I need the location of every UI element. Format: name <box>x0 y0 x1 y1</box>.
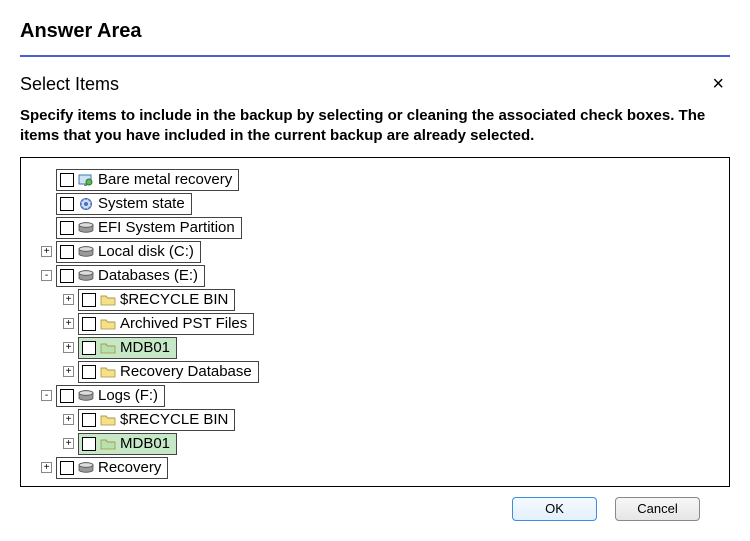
tree-panel: Bare metal recovery System state EFI Syste… <box>20 157 730 487</box>
folder-icon <box>100 413 116 427</box>
tree-item[interactable]: System state <box>56 193 192 215</box>
folder-g-icon <box>100 341 116 355</box>
tree-row: Bare metal recovery <box>41 168 709 192</box>
disk-icon <box>78 245 94 259</box>
checkbox[interactable] <box>82 293 96 307</box>
tree-row: + Local disk (C:) <box>41 240 709 264</box>
tree-item-label: $RECYCLE BIN <box>120 411 228 428</box>
tree-item-label: Archived PST Files <box>120 315 247 332</box>
collapse-icon[interactable]: - <box>41 390 52 401</box>
button-row: OK Cancel <box>20 497 730 521</box>
tree-item[interactable]: MDB01 <box>78 337 177 359</box>
ok-button[interactable]: OK <box>512 497 597 521</box>
tree-item-label: System state <box>98 195 185 212</box>
checkbox[interactable] <box>82 365 96 379</box>
checkbox[interactable] <box>60 461 74 475</box>
folder-icon <box>100 293 116 307</box>
tree-row: + $RECYCLE BIN <box>41 408 709 432</box>
tree-item-label: Recovery Database <box>120 363 252 380</box>
folder-icon <box>100 365 116 379</box>
expand-icon[interactable]: + <box>63 414 74 425</box>
tree-row: - Databases (E:) <box>41 264 709 288</box>
tree-row: + $RECYCLE BIN <box>41 288 709 312</box>
divider <box>20 55 730 57</box>
tree-item[interactable]: EFI System Partition <box>56 217 242 239</box>
tree-row: + Recovery <box>41 456 709 480</box>
expand-icon[interactable]: + <box>63 294 74 305</box>
tree-row: System state <box>41 192 709 216</box>
tree-item[interactable]: MDB01 <box>78 433 177 455</box>
expand-icon[interactable]: + <box>63 318 74 329</box>
checkbox[interactable] <box>60 245 74 259</box>
collapse-icon[interactable]: - <box>41 270 52 281</box>
tree-item-label: Local disk (C:) <box>98 243 194 260</box>
expander-spacer <box>41 198 52 209</box>
folder-g-icon <box>100 437 116 451</box>
tree-row: + MDB01 <box>41 336 709 360</box>
dialog-instructions: Specify items to include in the backup b… <box>20 106 730 147</box>
expand-icon[interactable]: + <box>63 342 74 353</box>
dialog-header: Select Items × <box>20 73 730 96</box>
tree-item[interactable]: Recovery Database <box>78 361 259 383</box>
checkbox[interactable] <box>60 197 74 211</box>
checkbox[interactable] <box>82 413 96 427</box>
tree-item-label: Bare metal recovery <box>98 171 232 188</box>
tree-item-label: Databases (E:) <box>98 267 198 284</box>
page-title: Answer Area <box>20 20 730 43</box>
checkbox[interactable] <box>60 269 74 283</box>
disk-icon <box>78 461 94 475</box>
checkbox[interactable] <box>82 437 96 451</box>
tree-item[interactable]: Local disk (C:) <box>56 241 201 263</box>
tree-item-label: Recovery <box>98 459 161 476</box>
disk-icon <box>78 389 94 403</box>
tree-item[interactable]: Recovery <box>56 457 168 479</box>
tree-item[interactable]: Logs (F:) <box>56 385 165 407</box>
checkbox[interactable] <box>82 317 96 331</box>
expand-icon[interactable]: + <box>63 438 74 449</box>
checkbox[interactable] <box>60 389 74 403</box>
tree-item-label: EFI System Partition <box>98 219 235 236</box>
tree-item[interactable]: $RECYCLE BIN <box>78 289 235 311</box>
cancel-button[interactable]: Cancel <box>615 497 700 521</box>
tree-item[interactable]: Databases (E:) <box>56 265 205 287</box>
tree-item[interactable]: Archived PST Files <box>78 313 254 335</box>
tree-row: + Archived PST Files <box>41 312 709 336</box>
disk-icon <box>78 269 94 283</box>
folder-icon <box>100 317 116 331</box>
tree-row: EFI System Partition <box>41 216 709 240</box>
state-icon <box>78 197 94 211</box>
expander-spacer <box>41 174 52 185</box>
recovery-icon <box>78 173 94 187</box>
tree-item[interactable]: $RECYCLE BIN <box>78 409 235 431</box>
checkbox[interactable] <box>60 173 74 187</box>
tree-item-label: MDB01 <box>120 339 170 356</box>
dialog-title: Select Items <box>20 74 119 95</box>
checkbox[interactable] <box>60 221 74 235</box>
tree-row: + MDB01 <box>41 432 709 456</box>
tree-row: - Logs (F:) <box>41 384 709 408</box>
close-icon[interactable]: × <box>706 73 730 96</box>
expand-icon[interactable]: + <box>63 366 74 377</box>
tree-item[interactable]: Bare metal recovery <box>56 169 239 191</box>
tree: Bare metal recovery System state EFI Syste… <box>41 168 709 480</box>
expand-icon[interactable]: + <box>41 462 52 473</box>
tree-item-label: MDB01 <box>120 435 170 452</box>
tree-item-label: $RECYCLE BIN <box>120 291 228 308</box>
checkbox[interactable] <box>82 341 96 355</box>
tree-item-label: Logs (F:) <box>98 387 158 404</box>
expand-icon[interactable]: + <box>41 246 52 257</box>
disk-icon <box>78 221 94 235</box>
expander-spacer <box>41 222 52 233</box>
tree-row: + Recovery Database <box>41 360 709 384</box>
